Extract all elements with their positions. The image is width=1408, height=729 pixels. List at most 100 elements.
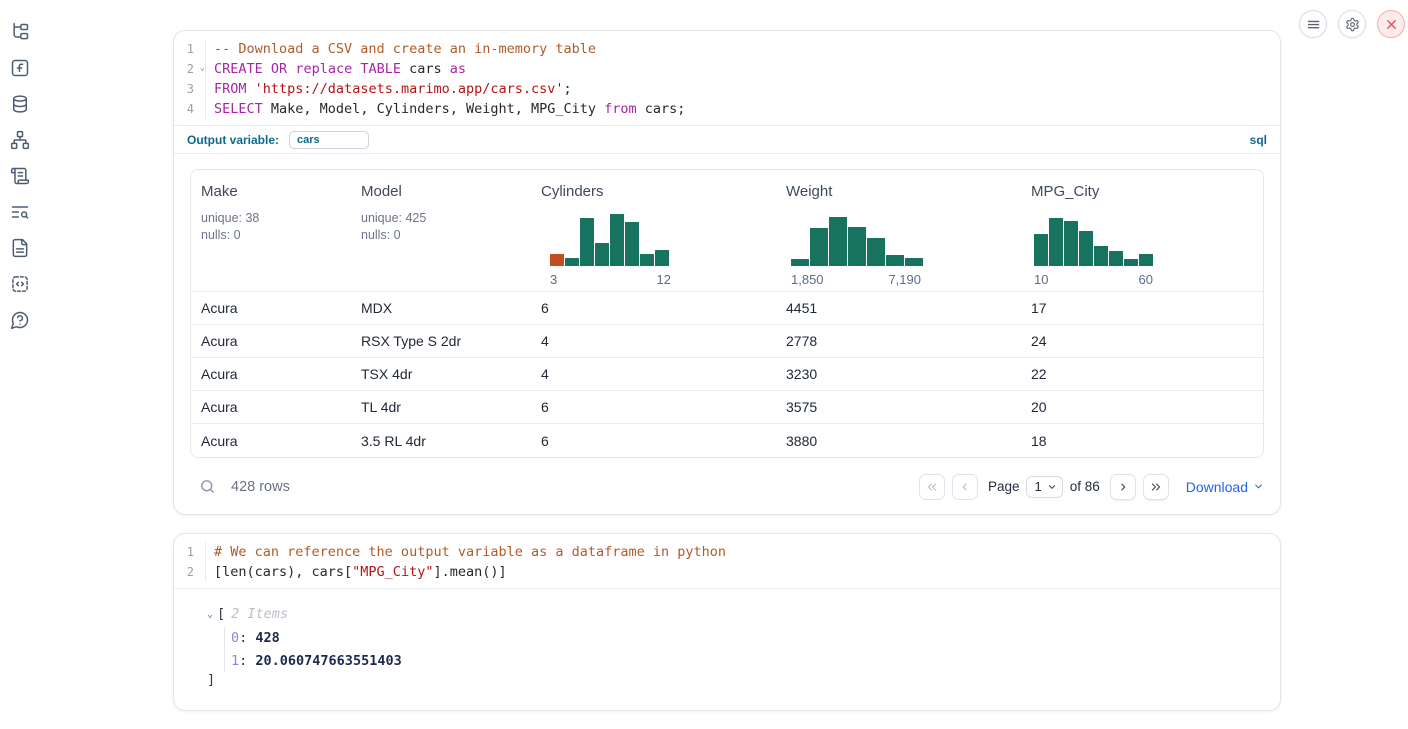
data-table: Makeunique: 38nulls: 0Modelunique: 425nu…	[190, 169, 1264, 458]
histogram-bar[interactable]	[791, 259, 809, 266]
histogram-bar[interactable]	[1034, 234, 1048, 266]
settings-button[interactable]	[1338, 10, 1366, 38]
sql-code-editor[interactable]: 1-- Download a CSV and create an in-memo…	[174, 31, 1280, 125]
line-number: 2	[174, 562, 206, 582]
code-text: FROM 'https://datasets.marimo.app/cars.c…	[206, 79, 572, 99]
page-select[interactable]: 1	[1026, 476, 1062, 498]
first-page-button[interactable]	[919, 474, 945, 500]
language-badge: sql	[1250, 133, 1267, 147]
database-icon[interactable]	[8, 92, 32, 116]
row-count: 428 rows	[231, 479, 290, 495]
collapse-chevron-icon[interactable]: ⌄	[207, 609, 213, 620]
table-row[interactable]: AcuraMDX6445117	[191, 292, 1263, 325]
line-number: 1	[174, 542, 206, 562]
table-cell: Acura	[191, 433, 351, 449]
last-page-button[interactable]	[1143, 474, 1169, 500]
table-row[interactable]: Acura3.5 RL 4dr6388018	[191, 424, 1263, 457]
chevron-right-icon	[1116, 480, 1130, 494]
python-code-editor[interactable]: 1# We can reference the output variable …	[174, 534, 1280, 588]
line-number: 3	[174, 79, 206, 99]
histogram-bar[interactable]	[905, 258, 923, 266]
search-icon[interactable]	[199, 478, 216, 495]
histogram-bar[interactable]	[1139, 254, 1153, 266]
column-histogram	[550, 214, 669, 266]
histogram-bar[interactable]	[1064, 221, 1078, 266]
logs-scroll-icon[interactable]	[8, 164, 32, 188]
column-stats: unique: 425nulls: 0	[361, 210, 521, 244]
histogram-bar[interactable]	[1094, 246, 1108, 266]
histogram-bar[interactable]	[1109, 251, 1123, 266]
column-name: Weight	[786, 183, 1011, 200]
histogram-bar[interactable]	[565, 258, 579, 266]
table-cell: 6	[531, 300, 776, 316]
table-cell: 4	[531, 366, 776, 382]
file-explorer-icon[interactable]	[8, 20, 32, 44]
histogram-bar[interactable]	[886, 255, 904, 266]
code-text: -- Download a CSV and create an in-memor…	[206, 39, 596, 59]
histogram-bar[interactable]	[867, 238, 885, 266]
close-x-icon	[1384, 17, 1399, 32]
histogram-bar[interactable]	[1079, 231, 1093, 266]
dependency-graph-icon[interactable]	[8, 128, 32, 152]
shutdown-button[interactable]	[1377, 10, 1405, 38]
histogram-axis-labels: 312	[550, 272, 671, 287]
column-header-weight[interactable]: Weight1,8507,190	[776, 170, 1021, 291]
code-text: # We can reference the output variable a…	[206, 542, 726, 562]
table-cell: 20	[1021, 399, 1263, 415]
code-line[interactable]: 1# We can reference the output variable …	[174, 542, 1280, 562]
output-variable-input[interactable]	[289, 131, 369, 149]
text-search-icon[interactable]	[8, 200, 32, 224]
histogram-bar[interactable]	[595, 243, 609, 266]
line-number: 4	[174, 99, 206, 119]
snippets-code-icon[interactable]	[8, 272, 32, 296]
chevron-down-icon	[1253, 481, 1264, 492]
code-line[interactable]: 3FROM 'https://datasets.marimo.app/cars.…	[174, 79, 1280, 99]
documentation-file-icon[interactable]	[8, 236, 32, 260]
sql-cell: 1 -- Download a CSV and create an in-memo…	[173, 30, 1281, 515]
prev-page-button[interactable]	[952, 474, 978, 500]
chevrons-left-icon	[925, 480, 939, 494]
column-header-make[interactable]: Makeunique: 38nulls: 0	[191, 170, 351, 291]
histogram-bar[interactable]	[625, 222, 639, 266]
histogram-bar[interactable]	[848, 227, 866, 266]
menu-button[interactable]	[1299, 10, 1327, 38]
table-cell: 3.5 RL 4dr	[351, 433, 531, 449]
gear-icon	[1345, 17, 1360, 32]
table-row[interactable]: AcuraRSX Type S 2dr4277824	[191, 325, 1263, 358]
histogram-bar[interactable]	[640, 254, 654, 266]
histogram-bar[interactable]	[610, 214, 624, 266]
table-cell: Acura	[191, 300, 351, 316]
table-cell: 2778	[776, 333, 1021, 349]
table-row[interactable]: AcuraTSX 4dr4323022	[191, 358, 1263, 391]
help-chat-icon[interactable]	[8, 308, 32, 332]
histogram-bar[interactable]	[1049, 218, 1063, 266]
code-text: SELECT Make, Model, Cylinders, Weight, M…	[206, 99, 685, 119]
code-line[interactable]: 1-- Download a CSV and create an in-memo…	[174, 39, 1280, 59]
next-page-button[interactable]	[1110, 474, 1136, 500]
column-header-mpg_city[interactable]: MPG_City1060	[1021, 170, 1263, 291]
histogram-bar[interactable]	[1124, 259, 1138, 266]
histogram-bar[interactable]	[810, 228, 828, 266]
histogram-bar[interactable]	[655, 250, 669, 266]
column-name: Make	[201, 183, 341, 200]
download-button[interactable]: Download	[1186, 479, 1264, 495]
code-line[interactable]: 2[len(cars), cars["MPG_City"].mean()]	[174, 562, 1280, 582]
fold-chevron-icon[interactable]: ⌄	[200, 58, 205, 78]
histogram-bar[interactable]	[550, 254, 564, 266]
page-of-label: of 86	[1070, 479, 1100, 494]
column-header-model[interactable]: Modelunique: 425nulls: 0	[351, 170, 531, 291]
table-row[interactable]: AcuraTL 4dr6357520	[191, 391, 1263, 424]
table-cell: 22	[1021, 366, 1263, 382]
table-output-area: Makeunique: 38nulls: 0Modelunique: 425nu…	[174, 154, 1280, 458]
python-output: ⌄ [ 2 Items 0: 4281: 20.060747663551403 …	[174, 589, 1280, 704]
histogram-bar[interactable]	[829, 217, 847, 266]
histogram-bar[interactable]	[580, 218, 594, 266]
pagination: Page 1 of 86 Download	[919, 474, 1264, 500]
table-body: AcuraMDX6445117AcuraRSX Type S 2dr427782…	[191, 292, 1263, 457]
code-line[interactable]: 2⌄CREATE OR replace TABLE cars as	[174, 59, 1280, 79]
output-variable-label: Output variable:	[187, 133, 279, 147]
code-line[interactable]: 4SELECT Make, Model, Cylinders, Weight, …	[174, 99, 1280, 119]
variables-function-icon[interactable]	[8, 56, 32, 80]
table-cell: 6	[531, 399, 776, 415]
column-header-cylinders[interactable]: Cylinders312	[531, 170, 776, 291]
